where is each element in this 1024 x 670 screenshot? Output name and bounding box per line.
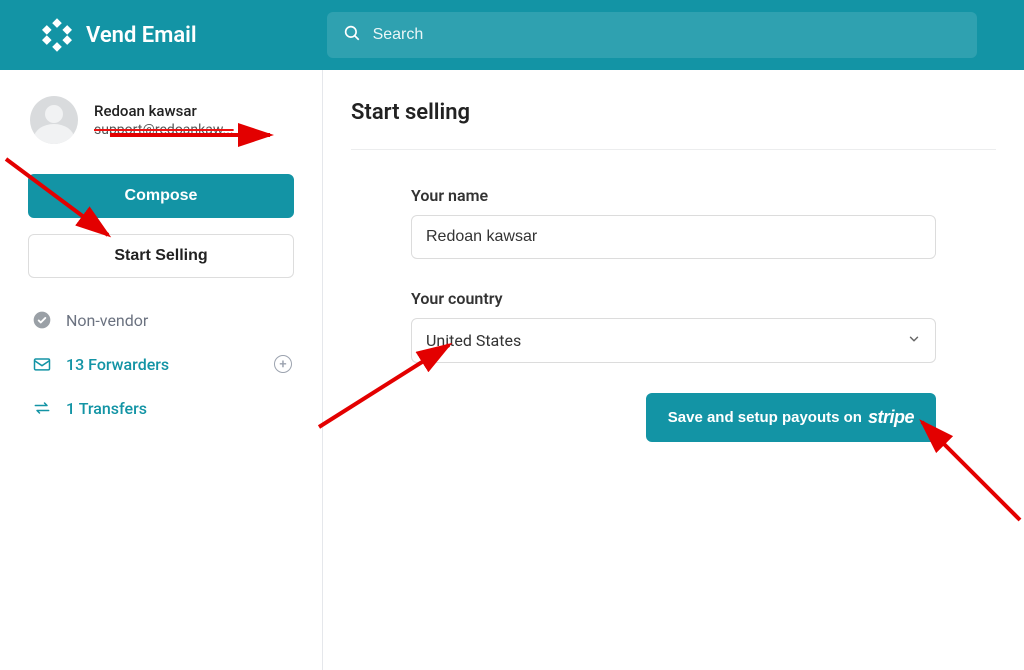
nav-label: 13 Forwarders xyxy=(66,355,169,374)
nav-label: 1 Transfers xyxy=(66,399,147,418)
check-badge-icon xyxy=(32,310,52,330)
nav-label: Non-vendor xyxy=(66,311,148,330)
mail-icon xyxy=(32,354,52,374)
brand-logo[interactable]: Vend Email xyxy=(40,18,197,52)
logo-icon xyxy=(40,18,74,52)
main-panel: Start selling Your name Your country Uni… xyxy=(323,70,1024,670)
search-container xyxy=(327,12,977,58)
save-button-text: Save and setup payouts on xyxy=(668,409,862,426)
nav-transfers[interactable]: 1 Transfers xyxy=(28,386,294,430)
start-selling-form: Your name Your country United States Sav… xyxy=(351,150,996,363)
app-header: Vend Email xyxy=(0,0,1024,70)
name-label: Your name xyxy=(411,186,936,205)
search-box[interactable] xyxy=(327,12,977,58)
country-select[interactable]: United States xyxy=(411,318,936,363)
country-field: Your country United States xyxy=(411,289,936,363)
profile-email: support@redoankaw... xyxy=(94,122,234,138)
nav-non-vendor[interactable]: Non-vendor xyxy=(28,298,294,342)
page-title: Start selling xyxy=(351,100,996,150)
brand-name: Vend Email xyxy=(86,23,197,48)
name-field: Your name xyxy=(411,186,936,259)
content-area: Redoan kawsar support@redoankaw... Compo… xyxy=(0,70,1024,670)
chevron-down-icon xyxy=(907,331,921,350)
profile-block[interactable]: Redoan kawsar support@redoankaw... xyxy=(28,90,294,174)
sidebar: Redoan kawsar support@redoankaw... Compo… xyxy=(0,70,323,670)
add-forwarder-icon[interactable]: + xyxy=(274,355,292,373)
country-value: United States xyxy=(426,331,521,350)
search-input[interactable] xyxy=(373,26,961,44)
nav-list: Non-vendor 13 Forwarders + 1 Transfers xyxy=(28,298,294,430)
profile-info: Redoan kawsar support@redoankaw... xyxy=(94,102,234,138)
name-input[interactable] xyxy=(411,215,936,259)
country-label: Your country xyxy=(411,289,936,308)
profile-name: Redoan kawsar xyxy=(94,102,234,120)
nav-forwarders[interactable]: 13 Forwarders + xyxy=(28,342,294,386)
avatar xyxy=(30,96,78,144)
save-setup-payouts-button[interactable]: Save and setup payouts on stripe xyxy=(646,393,936,442)
stripe-logo-text: stripe xyxy=(868,407,914,428)
transfer-icon xyxy=(32,398,52,418)
compose-button[interactable]: Compose xyxy=(28,174,294,218)
start-selling-button[interactable]: Start Selling xyxy=(28,234,294,278)
search-icon xyxy=(343,24,361,46)
